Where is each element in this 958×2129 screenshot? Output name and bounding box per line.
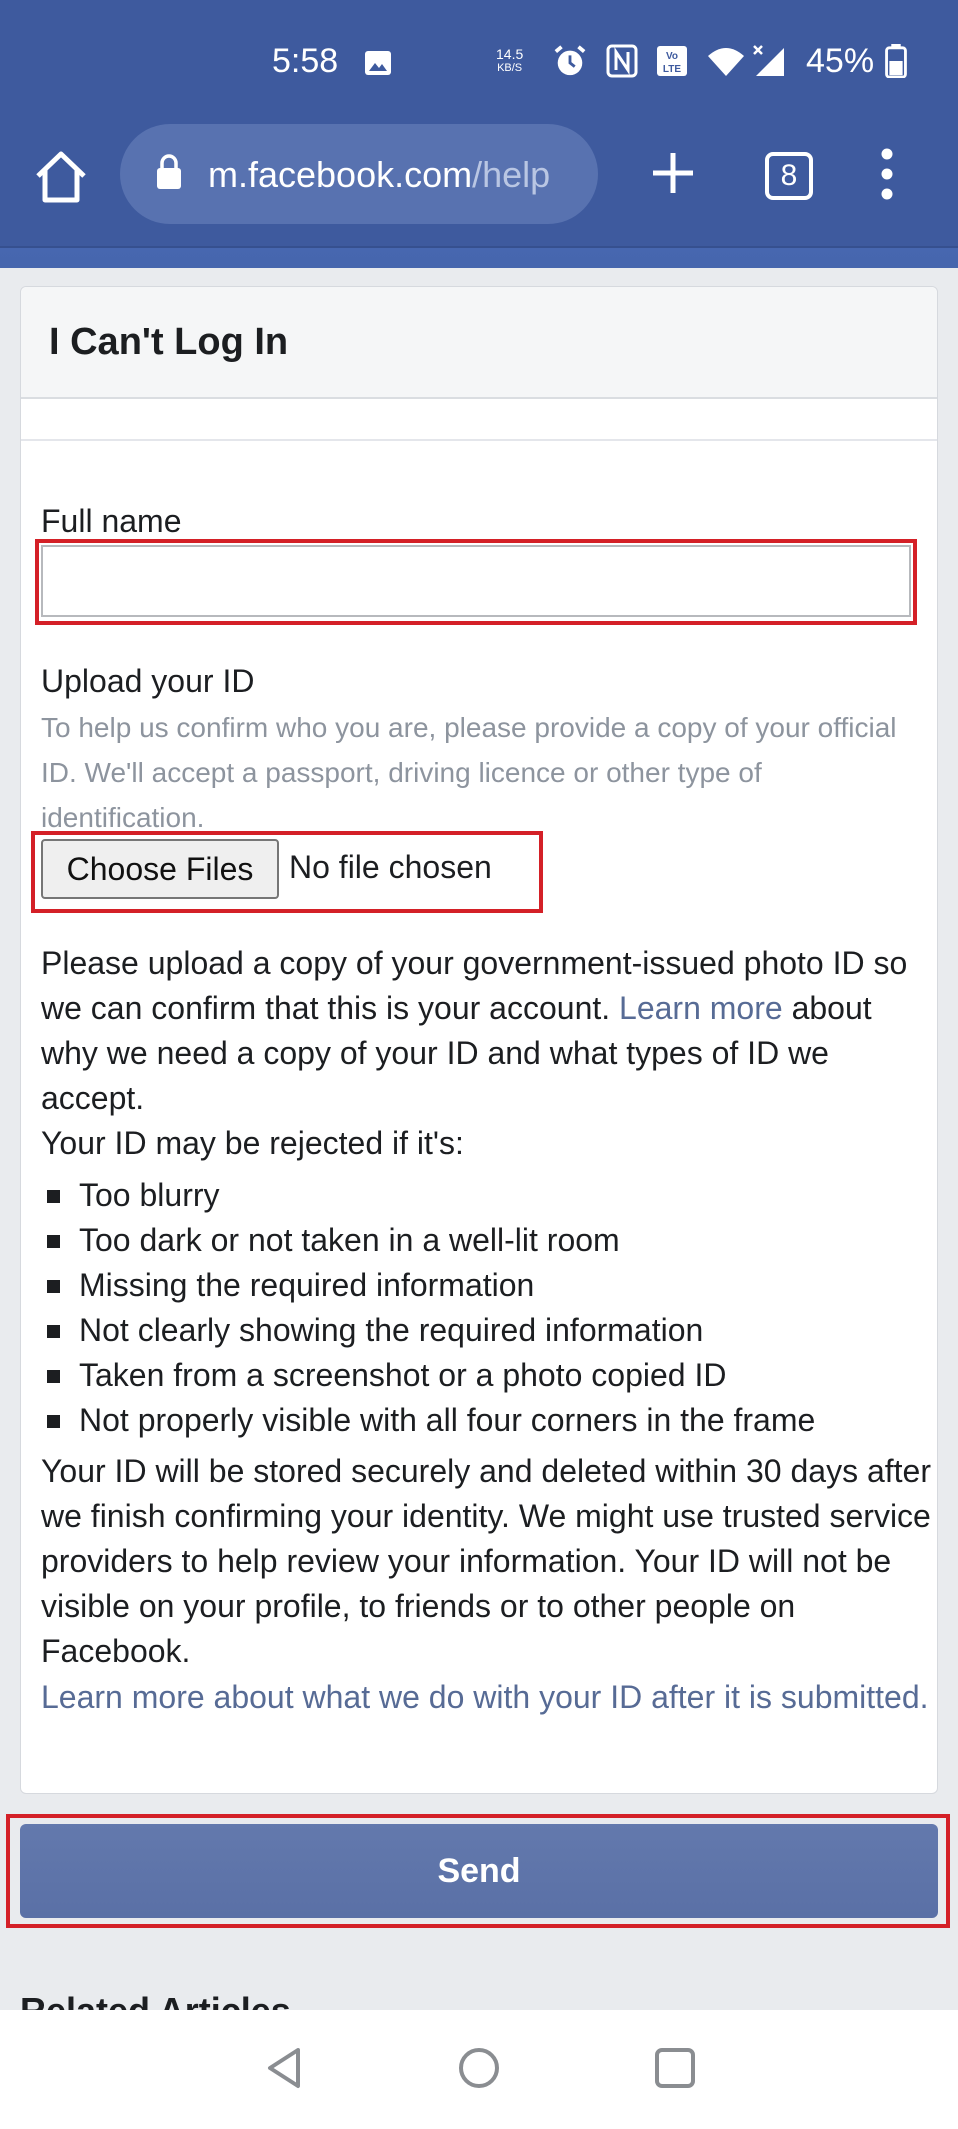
signal-icon — [753, 45, 784, 76]
list-item: Missing the required information — [41, 1263, 931, 1308]
image-notification-icon — [365, 51, 391, 75]
page-title: I Can't Log In — [49, 321, 289, 363]
svg-text:Vo: Vo — [666, 51, 678, 62]
full-name-label: Full name — [41, 503, 182, 539]
status-bar: 5:58 14.5 KB/S Vo LTE 45% — [0, 0, 958, 120]
volte-icon: Vo LTE — [657, 46, 687, 76]
home-icon[interactable] — [32, 148, 90, 206]
address-bar[interactable]: m.facebook.com/help — [120, 124, 598, 224]
browser-toolbar: m.facebook.com/help 8 — [0, 122, 958, 232]
upload-id-label: Upload your ID — [41, 663, 255, 699]
nfc-icon — [606, 44, 638, 78]
status-time: 5:58 — [272, 42, 339, 80]
system-nav-bar — [0, 2010, 958, 2129]
list-item: Too dark or not taken in a well-lit room — [41, 1218, 931, 1263]
battery-percent: 45% — [806, 42, 875, 80]
help-form-card: I Can't Log In Full name Upload your ID … — [20, 286, 938, 1794]
back-icon[interactable] — [262, 2045, 308, 2091]
learn-more-link[interactable]: Learn more — [619, 990, 783, 1026]
file-input-highlight — [31, 831, 543, 913]
browser-chrome: 5:58 14.5 KB/S Vo LTE 45% m.facebook.com… — [0, 0, 958, 246]
full-name-highlight — [35, 539, 917, 625]
send-button-highlight — [6, 1814, 950, 1928]
toolbar-shadow — [0, 246, 958, 268]
divider — [21, 439, 937, 441]
alarm-icon — [554, 45, 586, 76]
reject-intro: Your ID may be rejected if it's: — [41, 1125, 464, 1161]
network-speed: 14.5 KB/S — [496, 46, 524, 74]
home-circle-icon[interactable] — [456, 2045, 502, 2091]
list-item: Not properly visible with all four corne… — [41, 1398, 931, 1443]
upload-instructions: Please upload a copy of your government-… — [41, 945, 908, 1116]
wifi-icon — [708, 48, 744, 76]
reject-reasons-list: Too blurry Too dark or not taken in a we… — [41, 1173, 931, 1443]
url-text: m.facebook.com/help — [208, 154, 551, 195]
lock-icon — [157, 154, 181, 189]
list-item: Too blurry — [41, 1173, 931, 1218]
battery-icon — [885, 44, 907, 78]
storage-info: Your ID will be stored securely and dele… — [41, 1453, 931, 1669]
upload-id-help: To help us confirm who you are, please p… — [41, 712, 897, 829]
id-usage-link[interactable]: Learn more about what we do with your ID… — [41, 1675, 931, 1720]
tab-switcher-button[interactable]: 8 — [765, 152, 813, 200]
list-item: Not clearly showing the required informa… — [41, 1308, 931, 1353]
svg-text:LTE: LTE — [663, 64, 681, 75]
more-menu-icon[interactable] — [880, 148, 894, 200]
recent-apps-icon[interactable] — [652, 2045, 698, 2091]
list-item: Taken from a screenshot or a photo copie… — [41, 1353, 931, 1398]
new-tab-icon[interactable] — [650, 150, 696, 196]
card-header: I Can't Log In — [21, 287, 937, 399]
